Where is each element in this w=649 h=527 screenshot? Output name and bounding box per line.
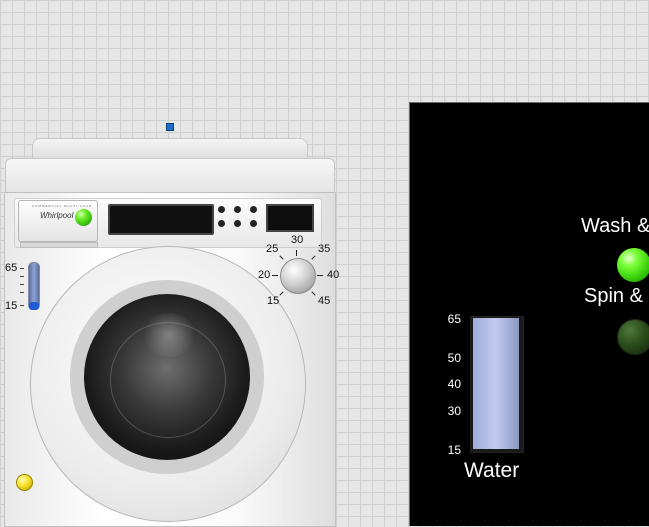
knob-label-40: 40 xyxy=(327,269,340,281)
brand-subtitle: COMMERCIAL MULTI-LOAD xyxy=(32,204,93,208)
knob-label-25: 25 xyxy=(266,243,279,255)
knob-label-20: 20 xyxy=(258,269,271,281)
power-led-indicator[interactable] xyxy=(75,209,92,226)
tank-tick-50: 50 xyxy=(447,351,461,365)
knob-label-35: 35 xyxy=(318,243,331,255)
wash-label: Wash & xyxy=(581,215,649,237)
drum-rim xyxy=(110,322,226,438)
knob-label-45: 45 xyxy=(318,295,331,307)
small-thermo-min-label: 15 xyxy=(5,300,18,312)
small-thermo-max-label: 65 xyxy=(5,262,18,274)
tank-tick-40: 40 xyxy=(447,377,461,391)
water-label: Water xyxy=(464,459,520,482)
knob-label-30: 30 xyxy=(291,234,304,246)
spin-led-indicator[interactable] xyxy=(617,319,649,355)
water-level-fill xyxy=(473,318,519,449)
display-screen xyxy=(108,204,214,235)
tank-tick-65: 65 xyxy=(447,312,461,326)
control-buttons[interactable] xyxy=(216,204,262,232)
knob-label-15: 15 xyxy=(267,295,280,307)
wash-led-indicator[interactable] xyxy=(617,248,649,282)
coin-slot-display xyxy=(266,204,314,232)
detergent-drawer xyxy=(20,242,98,248)
temperature-knob[interactable] xyxy=(280,258,316,294)
spin-label: Spin & xyxy=(584,285,643,307)
thermometer-fill xyxy=(29,302,39,310)
tank-tick-30: 30 xyxy=(447,404,461,418)
resize-handle[interactable] xyxy=(166,123,174,131)
yellow-led-indicator[interactable] xyxy=(16,474,33,491)
tank-tick-15: 15 xyxy=(447,443,461,457)
brand-logo: Whirlpool xyxy=(40,211,74,220)
